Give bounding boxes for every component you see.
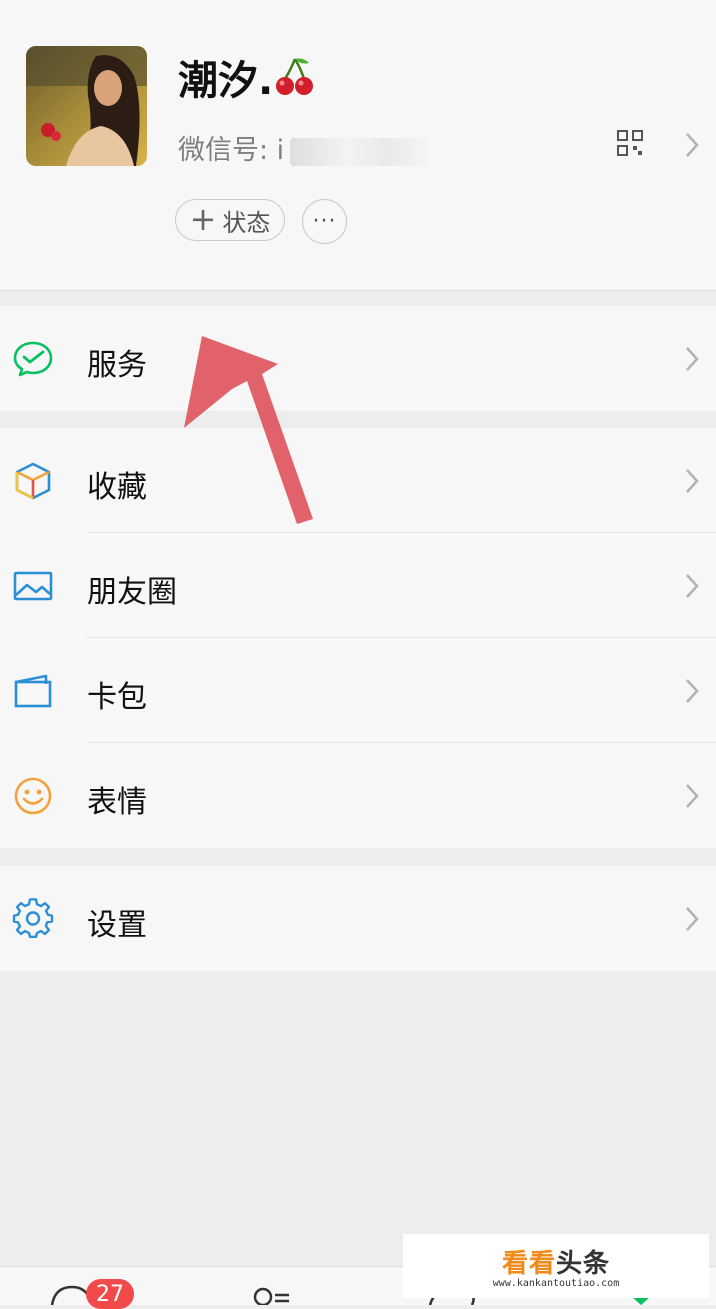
menu-group-settings: 设置 <box>0 866 716 971</box>
more-dots: ··· <box>312 209 337 234</box>
menu-group-main: 收藏 朋友圈 卡包 表情 <box>0 428 716 848</box>
nickname-text: 潮汐. <box>178 58 274 104</box>
favorites-cube-icon <box>15 462 51 500</box>
chevron-right-icon <box>686 574 699 598</box>
contacts-tab-icon <box>253 1287 273 1307</box>
wechat-id-redaction <box>290 137 431 166</box>
wechat-pay-icon <box>13 341 53 377</box>
card-wallet-icon <box>14 674 52 708</box>
menu-item-moments[interactable]: 朋友圈 <box>0 533 716 638</box>
watermark-title-b: 头条 <box>556 1249 611 1279</box>
settings-gear-icon <box>12 898 54 938</box>
menu-label: 设置 <box>87 908 147 943</box>
watermark-title-a: 看看 <box>501 1249 556 1279</box>
watermark: 看看头条 www.kankantoutiao.com <box>403 1234 709 1298</box>
cherry-icon <box>276 58 314 95</box>
chevron-right-icon <box>686 133 699 157</box>
menu-label: 收藏 <box>87 470 147 505</box>
menu-label: 表情 <box>87 785 147 820</box>
wechat-id-text: 微信号: i <box>178 135 285 166</box>
avatar[interactable] <box>26 46 147 166</box>
plus-icon: + <box>189 199 217 238</box>
watermark-url: www.kankantoutiao.com <box>492 1278 620 1289</box>
add-status-button[interactable]: + 状态 <box>175 199 285 241</box>
menu-item-settings[interactable]: 设置 <box>0 866 716 971</box>
menu-label: 服务 <box>87 348 147 383</box>
add-status-label: 状态 <box>222 208 271 237</box>
menu-group-services: 服务 <box>0 306 716 411</box>
menu-item-stickers[interactable]: 表情 <box>0 743 716 848</box>
moments-image-icon <box>13 571 53 601</box>
watermark-title: 看看头条 <box>502 1243 610 1280</box>
sticker-smiley-icon <box>14 777 52 815</box>
chevron-right-icon <box>686 784 699 808</box>
chevron-right-icon <box>686 347 699 371</box>
profile-header[interactable]: 潮汐. 微信号: i + 状态 ··· <box>0 0 716 291</box>
chevron-right-icon <box>686 679 699 703</box>
menu-item-favorites[interactable]: 收藏 <box>0 428 716 533</box>
menu-label: 卡包 <box>87 680 147 715</box>
more-status-button[interactable]: ··· <box>302 199 347 244</box>
qr-code-icon[interactable] <box>617 130 643 156</box>
wechat-id[interactable]: 微信号: i <box>178 128 431 167</box>
chats-unread-badge: 27 <box>86 1279 134 1309</box>
avatar-photo <box>26 46 147 166</box>
menu-item-services[interactable]: 服务 <box>0 306 716 411</box>
chevron-right-icon <box>686 907 699 931</box>
menu-item-card-wallet[interactable]: 卡包 <box>0 638 716 743</box>
chevron-right-icon <box>686 469 699 493</box>
nickname: 潮汐. <box>178 48 317 106</box>
menu-label: 朋友圈 <box>87 575 177 610</box>
